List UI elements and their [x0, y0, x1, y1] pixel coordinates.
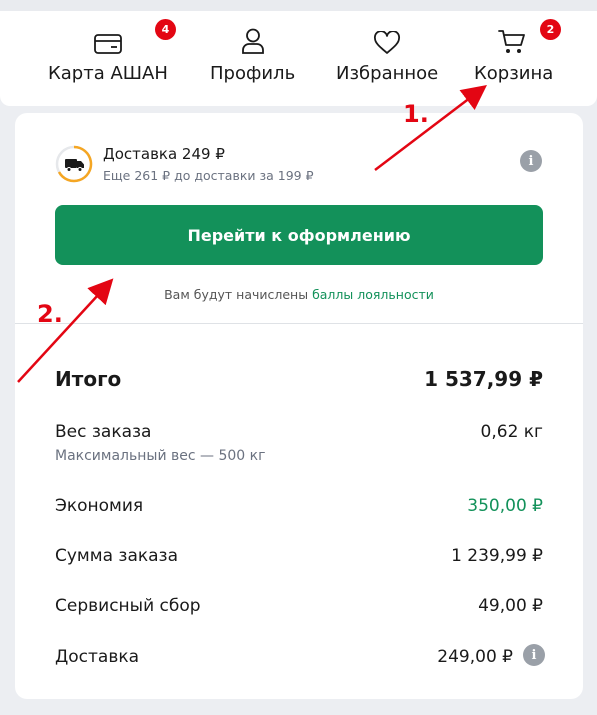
annotation-two: 2.	[37, 300, 63, 328]
annotation-arrows	[17, 84, 487, 383]
arrow-two	[17, 278, 114, 383]
arrow-one	[374, 84, 487, 171]
annotation-one: 1.	[403, 100, 429, 128]
